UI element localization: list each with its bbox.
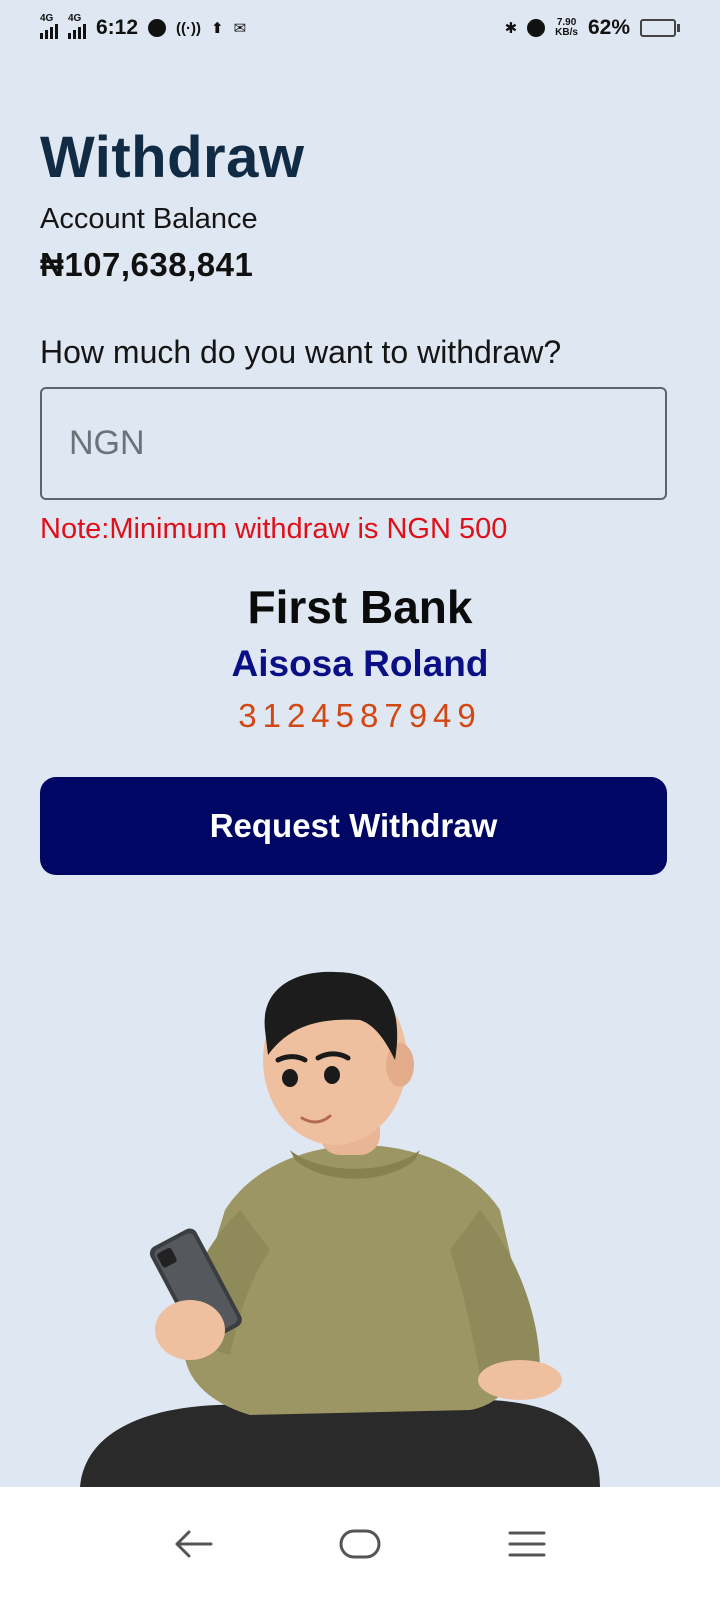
mail-icon: ✉ [233,20,247,37]
navigation-bar [0,1487,720,1600]
account-name: Aisosa Roland [231,643,489,684]
speed-unit: KB/s [555,27,578,38]
network-speed: 7.90 KB/s [555,18,578,38]
clock: 6:12 [96,16,139,39]
balance-value: ₦107,638,841 [40,246,254,283]
back-icon [175,1530,213,1557]
status-left: 4G 4G 6:12 ((·)) ⬆ ✉ [40,13,247,40]
status-bar: 4G 4G 6:12 ((·)) ⬆ ✉ ✱ 7.90 KB/s 62% [0,0,720,56]
home-button[interactable] [330,1519,390,1569]
minimum-note: Note:Minimum withdraw is NGN 500 [40,513,508,545]
home-icon [339,1529,381,1558]
network-type-label: 4G [40,13,54,24]
amount-question: How much do you want to withdraw? [40,334,562,370]
legs-shape [80,1399,600,1487]
battery-percent: 62% [587,16,630,39]
amount-input[interactable] [40,387,667,500]
page-title: Withdraw [40,125,305,190]
request-withdraw-button[interactable]: Request Withdraw [40,777,667,875]
hotspot-icon: ((·)) [176,19,202,37]
network-type-label: 4G [68,13,82,24]
music-icon [148,19,167,37]
bank-name: First Bank [247,581,473,633]
back-button[interactable] [163,1519,223,1569]
bluetooth-icon: ✱ [504,20,518,37]
signal-icon: 4G [40,13,58,39]
battery-icon [640,19,680,37]
menu-button[interactable] [497,1519,557,1569]
menu-icon [508,1531,546,1556]
status-right: ✱ 7.90 KB/s 62% [505,16,680,40]
balance-label: Account Balance [40,203,258,235]
signal-icon: 4G [68,13,86,39]
upload-icon: ⬆ [211,20,224,37]
alarm-icon [527,19,546,37]
person-with-phone-illustration [80,971,600,1487]
account-number: 3124587949 [238,697,482,734]
